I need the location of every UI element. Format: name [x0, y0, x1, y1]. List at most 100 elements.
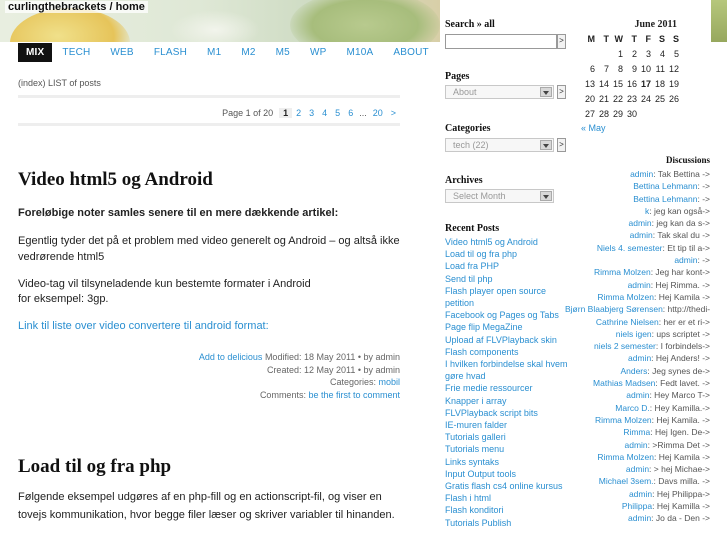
- page-link[interactable]: 6: [344, 108, 357, 118]
- discussion-author-link[interactable]: Marco D.: [615, 403, 649, 413]
- recent-post-link[interactable]: IE-muren falder: [445, 419, 580, 431]
- recent-post-link[interactable]: Flash i html: [445, 492, 580, 504]
- archives-select[interactable]: Select Month: [445, 189, 554, 203]
- calendar-day: 2: [631, 49, 637, 59]
- discussion-author-link[interactable]: Rimma Molzen: [597, 292, 654, 302]
- discussion-author-link[interactable]: Michael 3sem.: [599, 476, 654, 486]
- post-meta-comments: Comments: be the first to comment: [260, 390, 400, 400]
- recent-post-link[interactable]: I hvilken forbindelse skal hvem: [445, 358, 580, 370]
- discussion-author-link[interactable]: Niels 4. semester: [597, 243, 663, 253]
- recent-post-link[interactable]: gøre hvad: [445, 370, 580, 382]
- nav-item-tech[interactable]: TECH: [52, 43, 100, 62]
- recent-post-link[interactable]: petition: [445, 297, 580, 309]
- nav-item-mix[interactable]: MIX: [18, 43, 53, 62]
- delicious-link[interactable]: Add to delicious: [199, 352, 263, 362]
- recent-post-link[interactable]: Gratis flash cs4 online kursus: [445, 480, 580, 492]
- page-link-last[interactable]: 20: [369, 108, 387, 118]
- discussion-author-link[interactable]: admin: [626, 390, 649, 400]
- discussion-author-link[interactable]: admin: [628, 353, 651, 363]
- recent-post-link[interactable]: Tutorials galleri: [445, 431, 580, 443]
- recent-post-link[interactable]: Input Output tools: [445, 468, 580, 480]
- calendar-prev-month-link[interactable]: « May: [581, 123, 681, 133]
- discussion-excerpt: : Davs milla. ->: [653, 476, 710, 487]
- nav-item-web[interactable]: WEB: [100, 43, 143, 62]
- discussion-author-link[interactable]: admin: [628, 218, 651, 228]
- recent-post-link[interactable]: Upload af FLVPlayback skin: [445, 334, 580, 346]
- discussion-author-link[interactable]: Rimma Molzen: [597, 452, 654, 462]
- nav-item-m10a[interactable]: M10A: [336, 43, 383, 62]
- discussion-author-link[interactable]: Anders: [620, 366, 647, 376]
- category-link[interactable]: mobil: [378, 377, 400, 387]
- comment-link[interactable]: be the first to comment: [308, 390, 400, 400]
- page-link[interactable]: 2: [292, 108, 305, 118]
- recent-post-link[interactable]: Tutorials Publish: [445, 517, 580, 529]
- search-input[interactable]: [445, 34, 557, 49]
- discussion-author-link[interactable]: admin: [630, 169, 653, 179]
- post-title[interactable]: Video html5 og Android: [18, 169, 213, 191]
- nav-item-m2[interactable]: M2: [231, 43, 265, 62]
- pages-select[interactable]: About: [445, 85, 554, 99]
- discussion-author-link[interactable]: Bjørn Blaabjerg Sørensen: [565, 304, 663, 314]
- recent-post-link[interactable]: Load til og fra php: [445, 248, 580, 260]
- nav-item-m5[interactable]: M5: [266, 43, 300, 62]
- recent-post-link[interactable]: Send til php: [445, 273, 580, 285]
- page-link[interactable]: 4: [318, 108, 331, 118]
- discussion-item: admin: Tak skal du ->: [565, 229, 710, 241]
- discussion-author-link[interactable]: Rimma Molzen: [595, 415, 652, 425]
- discussion-author-link[interactable]: niels igen: [616, 329, 652, 339]
- discussion-author-link[interactable]: admin: [674, 255, 697, 265]
- categories-select[interactable]: tech (22): [445, 138, 554, 152]
- page-link[interactable]: 5: [331, 108, 344, 118]
- recent-post-link[interactable]: Video html5 og Android: [445, 236, 580, 248]
- pages-go-button[interactable]: >: [557, 85, 566, 99]
- post-title[interactable]: Load til og fra php: [18, 456, 171, 478]
- discussion-item: k: jeg kan også->: [565, 205, 710, 217]
- discussion-author-link[interactable]: Cathrine Nielsen: [596, 317, 659, 327]
- nav-item-about[interactable]: ABOUT: [383, 43, 438, 62]
- discussion-author-link[interactable]: admin: [628, 513, 651, 523]
- discussion-author-link[interactable]: admin: [628, 280, 651, 290]
- discussion-excerpt: : Jeg har kont->: [650, 267, 710, 278]
- recent-post-link[interactable]: Links syntaks: [445, 456, 580, 468]
- discussion-author-link[interactable]: niels 2 semester: [594, 341, 656, 351]
- discussion-author-link[interactable]: admin: [630, 230, 653, 240]
- recent-post-link[interactable]: Flash components: [445, 346, 580, 358]
- calendar-day: 26: [668, 94, 679, 104]
- discussion-author-link[interactable]: Mathias Madsen: [593, 378, 655, 388]
- recent-post-link[interactable]: Knapper i array: [445, 395, 580, 407]
- discussion-author-link[interactable]: Bettina Lehmann: [633, 194, 697, 204]
- archives-select-value: Select Month: [453, 191, 506, 201]
- discussion-author-link[interactable]: Rimma: [623, 427, 650, 437]
- discussion-author-link[interactable]: admin: [629, 489, 652, 499]
- discussion-author-link[interactable]: admin: [624, 440, 647, 450]
- discussion-author-link[interactable]: Rimma Molzen: [594, 267, 651, 277]
- discussion-author-link[interactable]: Philippa: [622, 501, 652, 511]
- discussion-author-link[interactable]: admin: [626, 464, 649, 474]
- search-submit-button[interactable]: >: [557, 34, 566, 49]
- categories-go-button[interactable]: >: [557, 138, 566, 152]
- site-title[interactable]: curlingthebrackets / home: [5, 1, 148, 13]
- nav-item-flash[interactable]: FLASH: [144, 43, 197, 62]
- recent-post-link[interactable]: Load fra PHP: [445, 260, 580, 272]
- discussion-excerpt: : ->: [697, 255, 710, 266]
- discussion-item: niels igen: ups scriptet ->: [565, 328, 710, 340]
- recent-post-link[interactable]: Frie medie ressourcer: [445, 382, 580, 394]
- calendar-day: 1: [617, 49, 623, 59]
- page-link[interactable]: 3: [305, 108, 318, 118]
- recent-post-link[interactable]: Flash player open source: [445, 285, 580, 297]
- calendar-empty-cell: [581, 48, 595, 61]
- calendar-day: 19: [668, 79, 679, 89]
- nav-item-wp[interactable]: WP: [300, 43, 337, 62]
- recent-post-link[interactable]: FLVPlayback script bits: [445, 407, 580, 419]
- nav-item-m1[interactable]: M1: [197, 43, 231, 62]
- discussion-author-link[interactable]: Bettina Lehmann: [633, 181, 697, 191]
- recent-post-link[interactable]: Facebook og Pages og Tabs: [445, 309, 580, 321]
- recent-post-link[interactable]: Flash konditori: [445, 504, 580, 516]
- recent-post-link[interactable]: Tutorials menu: [445, 443, 580, 455]
- page-next[interactable]: >: [387, 108, 400, 118]
- calendar-day: 12: [668, 64, 679, 74]
- post-link[interactable]: Link til liste over video convertere til…: [18, 320, 269, 332]
- modified-date: Modified: 18 May 2011 • by admin: [262, 352, 400, 362]
- post-paragraph: for eksempel: 3gp.: [18, 293, 109, 305]
- recent-post-link[interactable]: Page flip MegaZine: [445, 321, 580, 333]
